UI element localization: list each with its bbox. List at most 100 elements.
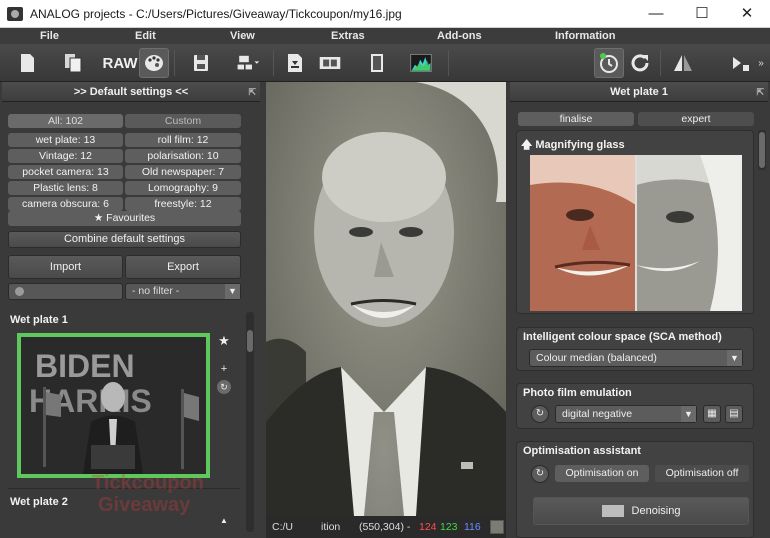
- undock-icon[interactable]: ⇱: [756, 82, 764, 102]
- undock-icon[interactable]: ⇱: [248, 82, 256, 102]
- search-icon: [15, 287, 24, 296]
- toolbar-separator: [448, 50, 449, 76]
- menu-bar: File Edit View Extras Add-ons Informatio…: [0, 28, 770, 44]
- category-plastic-lens[interactable]: Plastic lens: 8: [8, 181, 123, 195]
- filmstrip-button[interactable]: [313, 48, 347, 78]
- watermark-line1: Tickcoupon: [92, 472, 204, 494]
- favourite-star-icon[interactable]: ★: [217, 334, 231, 348]
- default-settings-panel: >> Default settings << ⇱ All: 102 Custom…: [2, 82, 260, 538]
- film-emulation-dropdown[interactable]: digital negative ▼: [555, 405, 697, 423]
- minimize-button[interactable]: —: [633, 0, 679, 28]
- compare-button[interactable]: [594, 48, 624, 78]
- add-preset-icon[interactable]: +: [217, 362, 231, 376]
- tab-expert[interactable]: expert: [638, 112, 754, 126]
- right-panel-scrollbar[interactable]: [758, 130, 766, 170]
- category-lomography[interactable]: Lomography: 9: [125, 181, 241, 195]
- film-frame-button[interactable]: [362, 48, 392, 78]
- category-roll-film[interactable]: roll film: 12: [125, 133, 241, 147]
- save-icon: [194, 55, 208, 71]
- maximize-button[interactable]: ☐: [679, 0, 725, 28]
- default-settings-header[interactable]: >> Default settings << ⇱: [2, 82, 260, 102]
- chevron-down-icon: ▼: [681, 406, 696, 422]
- histogram-button[interactable]: [405, 48, 437, 78]
- category-old-newspaper[interactable]: Old newspaper: 7: [125, 165, 241, 179]
- status-path: C:/U: [272, 521, 293, 533]
- scroll-up-icon[interactable]: ▲: [217, 514, 231, 528]
- split-view-button[interactable]: [668, 48, 698, 78]
- window-title: ANALOG projects - C:/Users/Pictures/Give…: [30, 7, 402, 21]
- category-wet-plate[interactable]: wet plate: 13: [8, 133, 123, 147]
- menu-file[interactable]: File: [40, 30, 59, 42]
- category-vintage[interactable]: Vintage: 12: [8, 149, 123, 163]
- sca-method-value: Colour median (balanced): [536, 352, 657, 364]
- optimisation-off-button[interactable]: Optimisation off: [655, 465, 749, 482]
- preset-detail-header[interactable]: Wet plate 1 ⇱: [510, 82, 768, 102]
- toolbar-separator: [273, 50, 274, 76]
- film-emulation-title: Photo film emulation: [523, 387, 632, 399]
- presets-scrollbar[interactable]: [246, 312, 254, 532]
- menu-extras[interactable]: Extras: [331, 30, 365, 42]
- presets-scrollbar-thumb[interactable]: [247, 330, 253, 352]
- preset-title-wet-plate-1: Wet plate 1: [10, 314, 68, 326]
- export-menu-button[interactable]: [230, 48, 266, 78]
- category-pocket-camera[interactable]: pocket camera: 13: [8, 165, 123, 179]
- denoising-button[interactable]: Denoising: [533, 497, 749, 525]
- category-freestyle[interactable]: freestyle: 12: [125, 197, 241, 211]
- chevron-down-icon: ▼: [727, 350, 742, 366]
- tab-finalise[interactable]: finalise: [518, 112, 634, 126]
- split-triangle-icon: [674, 55, 692, 71]
- main-photo: [266, 82, 506, 516]
- preset-thumbnail-wet-plate-1[interactable]: BIDEN HARRIS: [17, 333, 210, 478]
- open-batch-button[interactable]: [58, 48, 88, 78]
- optimisation-refresh-icon[interactable]: ↻: [531, 465, 549, 483]
- filmstrip-icon: [319, 57, 341, 69]
- favourites-button[interactable]: ★ Favourites: [8, 211, 241, 226]
- filter-value: - no filter -: [132, 285, 180, 297]
- magnifier-image: [530, 155, 742, 311]
- category-custom[interactable]: Custom: [125, 114, 241, 128]
- flip-arrow-icon: [733, 57, 749, 71]
- category-camera-obscura[interactable]: camera obscura: 6: [8, 197, 123, 211]
- denoising-label: Denoising: [631, 505, 681, 517]
- category-all[interactable]: All: 102: [8, 114, 123, 128]
- toolbar-overflow-icon[interactable]: »: [754, 48, 768, 78]
- import-button[interactable]: Import: [8, 255, 123, 279]
- menu-edit[interactable]: Edit: [135, 30, 156, 42]
- sca-method-dropdown[interactable]: Colour median (balanced) ▼: [529, 349, 743, 367]
- search-input[interactable]: [8, 283, 123, 300]
- magnifier-card: 🡅 Magnifying glass: [516, 130, 754, 314]
- combine-settings-button[interactable]: Combine default settings: [8, 231, 241, 248]
- film-copy-icon[interactable]: ▤: [725, 405, 743, 423]
- flip-menu-button[interactable]: [726, 48, 756, 78]
- new-file-button[interactable]: [12, 48, 42, 78]
- raw-label: RAW: [102, 54, 138, 72]
- refresh-icon[interactable]: ↻: [217, 380, 231, 394]
- optimisation-on-button[interactable]: Optimisation on: [555, 465, 649, 482]
- status-color-swatch: [490, 520, 504, 534]
- rotate-arrow-icon: [631, 54, 649, 72]
- magnifier-title[interactable]: 🡅 Magnifying glass: [521, 136, 625, 155]
- menu-view[interactable]: View: [230, 30, 255, 42]
- menu-addons[interactable]: Add-ons: [437, 30, 482, 42]
- close-button[interactable]: ✕: [724, 0, 770, 28]
- film-emulation-card: Photo film emulation ↻ digital negative …: [516, 383, 754, 429]
- menu-information[interactable]: Information: [555, 30, 616, 42]
- film-stack-icon[interactable]: ▦: [703, 405, 721, 423]
- presets-button[interactable]: [139, 48, 169, 78]
- denoise-icon: [601, 505, 624, 518]
- redo-button[interactable]: [625, 48, 655, 78]
- filter-dropdown[interactable]: - no filter - ▼: [125, 283, 241, 300]
- magnifier-view[interactable]: [530, 155, 742, 311]
- print-button[interactable]: [280, 48, 310, 78]
- main-image-canvas[interactable]: [266, 82, 506, 516]
- star-icon: ★: [93, 212, 107, 224]
- film-refresh-icon[interactable]: ↻: [531, 405, 549, 423]
- chevron-down-icon: ▼: [225, 284, 240, 299]
- save-button[interactable]: [186, 48, 216, 78]
- right-panel-scrollbar-thumb[interactable]: [759, 132, 765, 168]
- raw-button[interactable]: RAW: [102, 48, 138, 78]
- sca-card: Intelligent colour space (SCA method) Co…: [516, 327, 754, 371]
- export-button[interactable]: Export: [125, 255, 241, 279]
- category-polarisation[interactable]: polarisation: 10: [125, 149, 241, 163]
- export-network-icon: [237, 55, 260, 70]
